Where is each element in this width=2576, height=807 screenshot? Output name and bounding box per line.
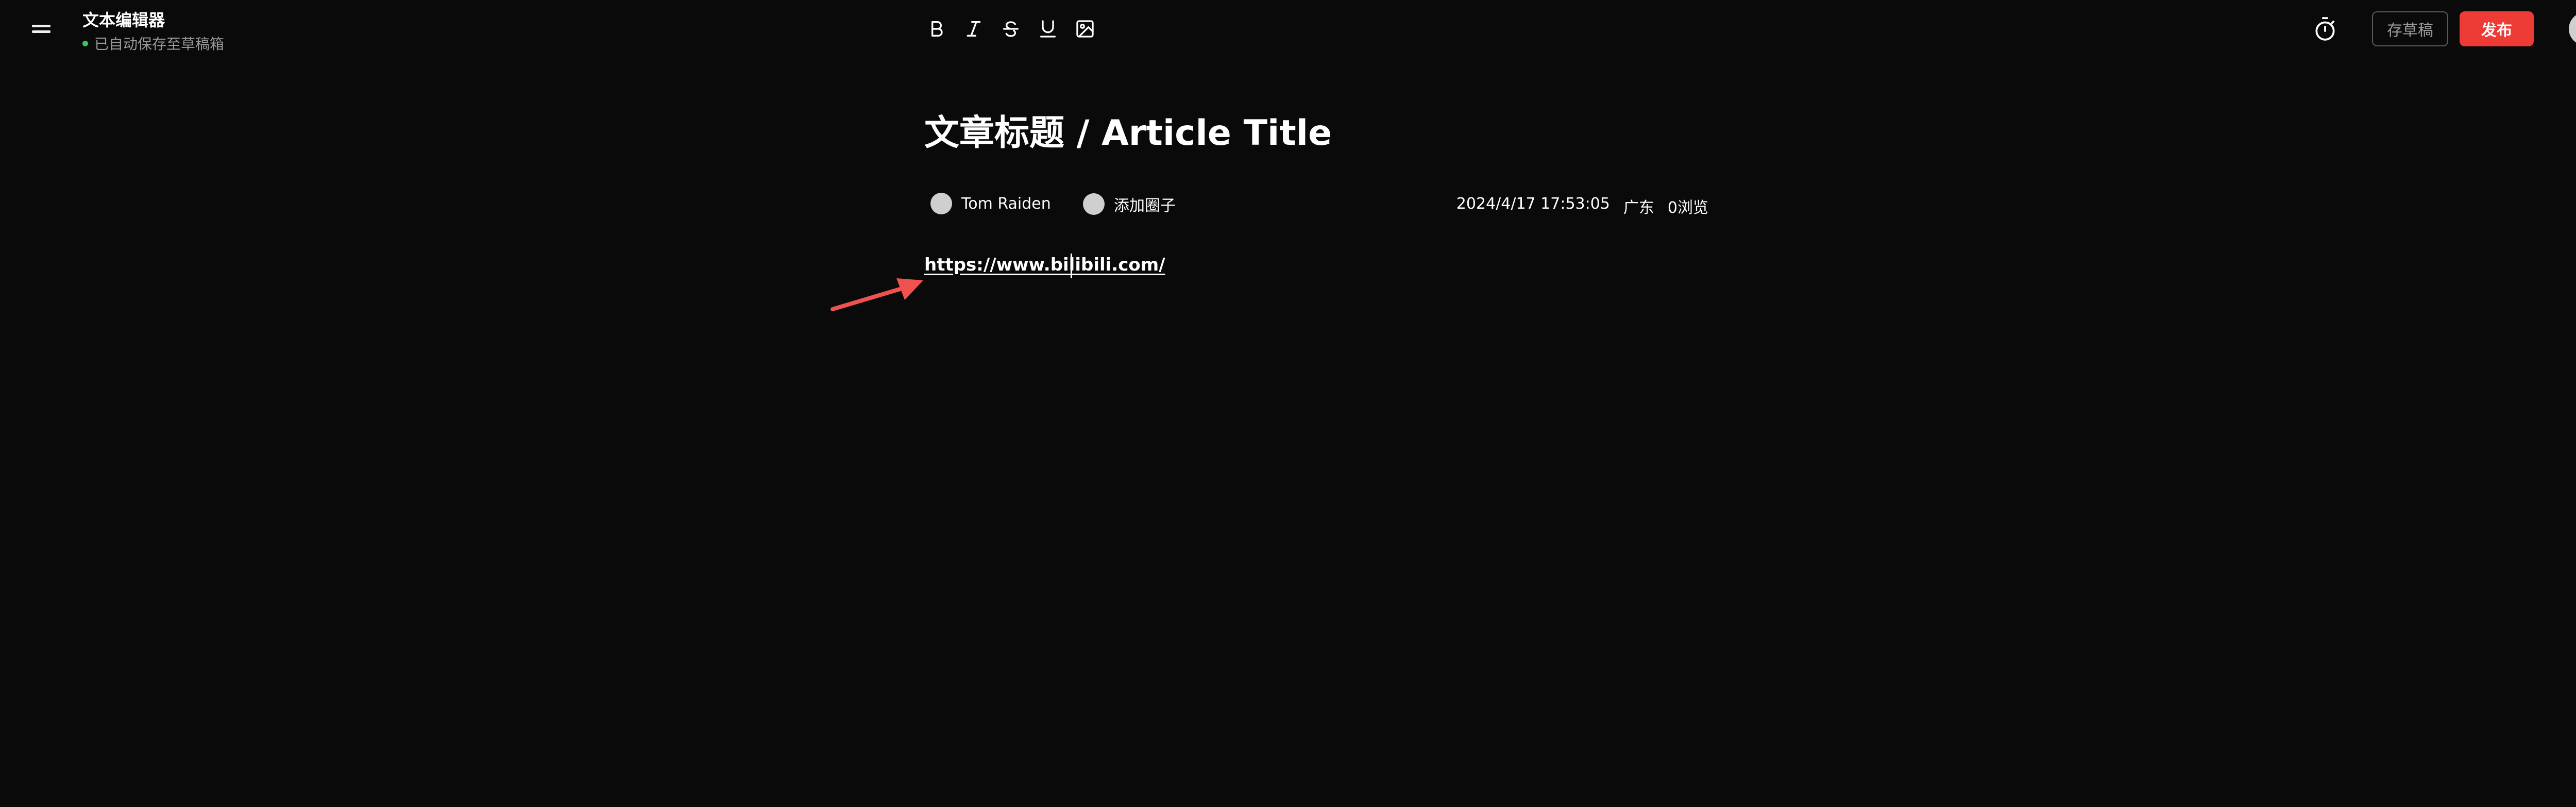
- save-status-text: 已自动保存至草稿箱: [94, 36, 225, 53]
- menu-icon[interactable]: [32, 25, 50, 33]
- content-link[interactable]: https://www.bilibili.com/: [924, 255, 1165, 275]
- author[interactable]: Tom Raiden: [930, 193, 1051, 214]
- app-title: 文本编辑器: [82, 10, 165, 30]
- save-status: 已自动保存至草稿箱: [82, 33, 224, 54]
- circle-avatar: [1083, 193, 1105, 215]
- add-circle-button[interactable]: 添加圈子: [1083, 193, 1176, 215]
- image-icon[interactable]: [1074, 16, 1096, 41]
- annotation-arrow-icon: [831, 278, 923, 311]
- underline-icon[interactable]: [1037, 16, 1059, 41]
- publish-button[interactable]: 发布: [2460, 11, 2534, 46]
- save-draft-button[interactable]: 存草稿: [2372, 11, 2448, 46]
- author-name: Tom Raiden: [961, 194, 1051, 213]
- user-avatar[interactable]: [2569, 12, 2576, 45]
- editor-page: 文本编辑器 已自动保存至草稿箱 存草稿 发布 文章标题 / Article Ti…: [0, 0, 2576, 807]
- view-count: 0浏览: [1667, 199, 1708, 217]
- publish-datetime: 2024/4/17 17:53:05: [1456, 195, 1610, 213]
- article-meta: Tom Raiden 添加圈子 2024/4/17 17:53:05 广东 0浏…: [930, 193, 1708, 220]
- bold-icon[interactable]: [925, 16, 948, 41]
- article-title[interactable]: 文章标题 / Article Title: [924, 114, 1332, 153]
- strikethrough-icon[interactable]: [999, 16, 1022, 41]
- status-dot-icon: [82, 40, 88, 46]
- stopwatch-icon[interactable]: [2312, 15, 2338, 42]
- location: 广东: [1623, 199, 1654, 217]
- author-avatar: [930, 193, 952, 214]
- italic-icon[interactable]: [962, 16, 985, 41]
- add-circle-label: 添加圈子: [1114, 197, 1176, 215]
- format-toolbar: [925, 16, 1096, 41]
- meta-info: 2024/4/17 17:53:05 广东 0浏览: [1456, 195, 1708, 217]
- text-cursor: [1071, 254, 1072, 278]
